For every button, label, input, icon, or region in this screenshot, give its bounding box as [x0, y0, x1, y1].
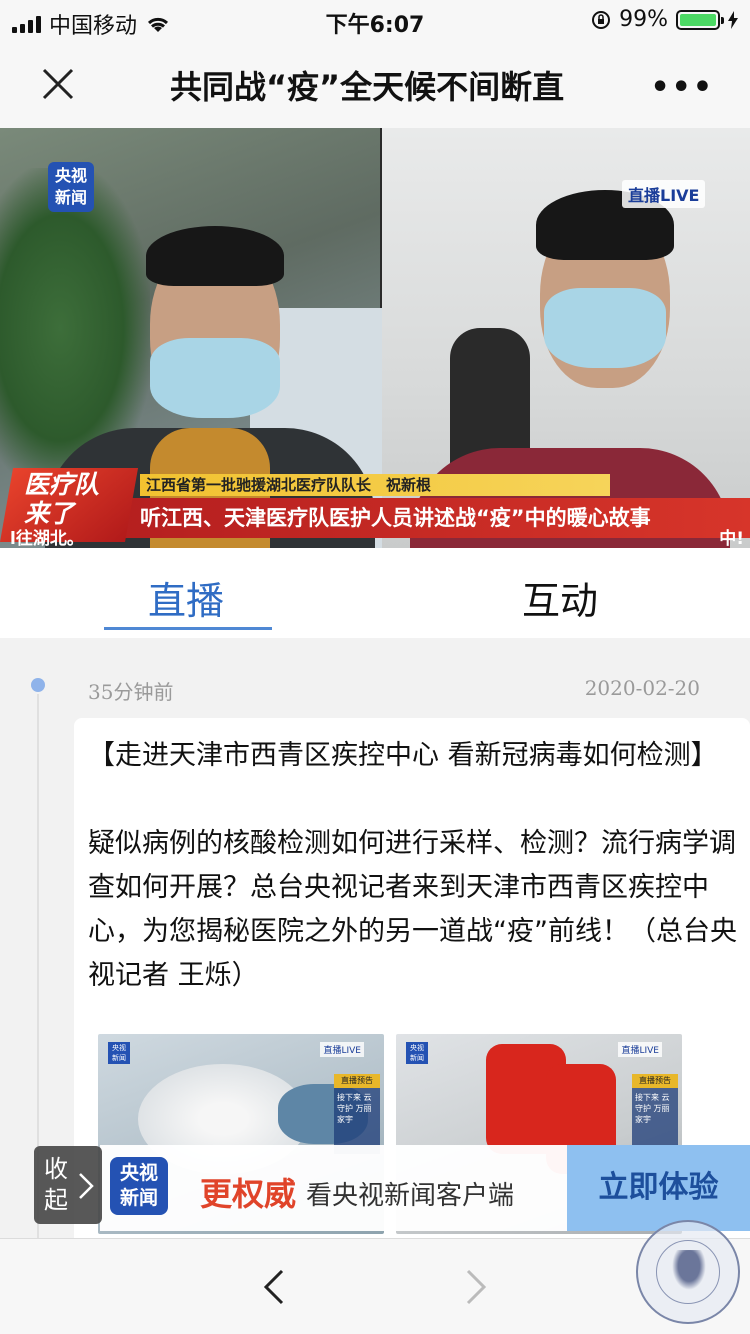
- timeline-dot: [31, 678, 45, 692]
- screen: 中国移动 下午6:07 99% 共同战“疫”全天候不间断直 ••• 央视 新闻 …: [0, 0, 750, 1334]
- thumb-live-tag: 直播LIVE: [320, 1042, 364, 1057]
- ticker-left: l往湖北。: [10, 529, 84, 548]
- thumb-cctv-logo: 央视 新闻: [406, 1042, 428, 1064]
- live-tag: 直播LIVE: [622, 180, 706, 208]
- program-badge-text: 医疗队 来了: [24, 470, 100, 528]
- tab-active-indicator: [104, 627, 272, 630]
- ticker-right: 中!: [719, 529, 744, 548]
- app-promo-banner[interactable]: 央视 新闻 更权威 看央视新闻客户端 立即体验: [100, 1145, 750, 1231]
- close-icon[interactable]: [38, 64, 78, 104]
- post-title: 【走进天津市西青区疾控中心 看新冠病毒如何检测】: [88, 740, 718, 771]
- tab-live[interactable]: 直播: [148, 570, 224, 625]
- seal-tree-emblem: [672, 1250, 706, 1290]
- post-time-ago: 35分钟前: [88, 680, 174, 704]
- lower-third-caption: 江西省第一批驰援湖北医疗队队长 祝新根 听江西、天津医疗队医护人员讲述战“疫”中…: [0, 468, 750, 548]
- status-bar: 中国移动 下午6:07 99%: [0, 0, 750, 40]
- reporter-mask: [150, 338, 280, 418]
- more-icon[interactable]: •••: [650, 70, 714, 105]
- try-now-button[interactable]: 立即体验: [567, 1145, 750, 1231]
- battery-icon: [676, 9, 724, 30]
- battery-percent: 99%: [619, 7, 668, 32]
- promo-text: 看央视新闻客户端: [306, 1181, 515, 1211]
- orientation-lock-icon: [592, 10, 611, 29]
- status-right: 99%: [591, 7, 738, 32]
- thumb-cctv-logo: 央视 新闻: [108, 1042, 130, 1064]
- caption-main: 听江西、天津医疗队医护人员讲述战“疫”中的暖心故事: [118, 498, 750, 538]
- forward-arrow-icon[interactable]: [460, 1267, 492, 1307]
- thumb-live-tag: 直播LIVE: [618, 1042, 662, 1057]
- page-title: 共同战“疫”全天候不间断直: [170, 68, 565, 106]
- back-arrow-icon[interactable]: [258, 1267, 290, 1307]
- post-date: 2020-02-20: [584, 676, 700, 700]
- video-player[interactable]: 央视 新闻 直播LIVE 江西省第一批驰援湖北医疗队队长 祝新根 听江西、天津医…: [0, 128, 750, 548]
- cctv-app-logo: 央视 新闻: [110, 1157, 168, 1215]
- thumb-badge: 直播预告: [334, 1074, 380, 1088]
- reporter-hair: [146, 226, 284, 286]
- tab-bar: 直播 互动: [0, 548, 750, 638]
- promo-headline: 更权威: [200, 1175, 297, 1213]
- university-seal-watermark: [636, 1220, 740, 1324]
- tab-interact[interactable]: 互动: [522, 570, 598, 625]
- collapse-label: 收起: [44, 1155, 68, 1214]
- caption-sub: 江西省第一批驰援湖北医疗队队长 祝新根: [140, 474, 610, 496]
- cctv-logo: 央视 新闻: [48, 162, 94, 212]
- thumb-badge: 直播预告: [632, 1074, 678, 1088]
- doctor-mask: [544, 288, 666, 368]
- post-body: 疑似病例的核酸检测如何进行采样、检测？流行病学调查如何开展？总台央视记者来到天津…: [88, 828, 737, 991]
- nav-bar: 共同战“疫”全天候不间断直 •••: [0, 40, 750, 128]
- collapse-button[interactable]: 收起: [34, 1146, 102, 1224]
- chevron-right-icon: [79, 1173, 94, 1199]
- charging-icon: [728, 10, 738, 29]
